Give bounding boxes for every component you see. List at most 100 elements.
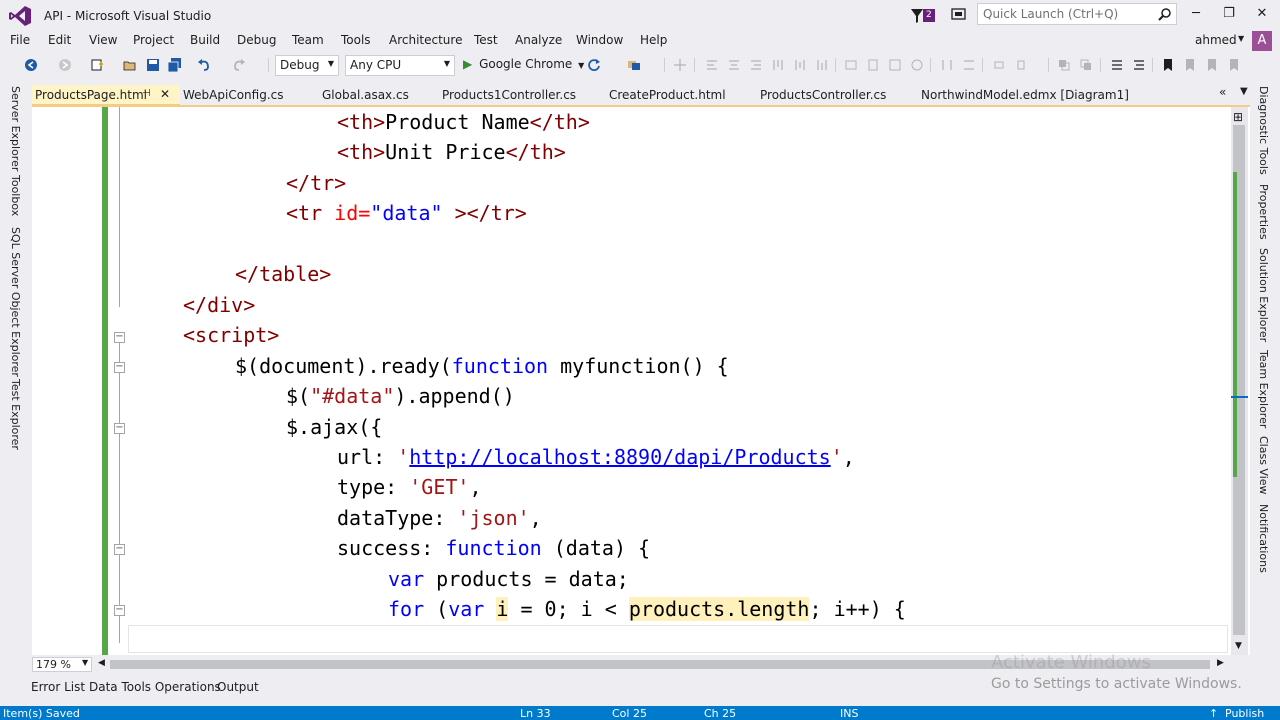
start-debugging-button[interactable]: ▶ Google Chrome ▼ (463, 55, 584, 76)
tab-createproduct-html[interactable]: CreateProduct.html (606, 85, 729, 106)
comment-lines-icon[interactable] (1110, 58, 1124, 72)
menu-view[interactable]: View (89, 33, 117, 47)
properties-tab[interactable]: Properties (1257, 184, 1270, 240)
menu-build[interactable]: Build (190, 33, 220, 47)
notification-count-badge[interactable]: 2 (923, 9, 935, 22)
redo-icon[interactable] (232, 58, 246, 72)
tab-webapiconfig-cs[interactable]: WebApiConfig.cs (180, 85, 287, 106)
tab-error-list[interactable]: Error List (31, 680, 85, 694)
tab-overflow-icon[interactable]: « (1219, 85, 1226, 99)
size-to-grid-icon[interactable] (910, 58, 924, 72)
align-left-icon[interactable] (705, 58, 719, 72)
toolbox-tab[interactable]: Toolbox (9, 175, 22, 216)
refresh-icon[interactable] (587, 58, 601, 72)
align-top-icon[interactable] (771, 58, 785, 72)
tab-products1controller-cs[interactable]: Products1Controller.cs (439, 85, 579, 106)
pin-icon[interactable]: ⊣ (142, 88, 151, 99)
new-project-icon[interactable] (90, 58, 104, 72)
previous-bookmark-icon[interactable] (1183, 58, 1197, 72)
search-icon[interactable] (1158, 7, 1172, 21)
undo-icon[interactable] (197, 58, 211, 72)
toolbar-separator (930, 58, 931, 72)
scroll-left-icon[interactable]: ◀ (98, 658, 105, 668)
avatar[interactable]: A (1252, 31, 1272, 51)
menu-help[interactable]: Help (640, 33, 667, 47)
menu-edit[interactable]: Edit (48, 33, 71, 47)
diagnostic-tools-tab[interactable]: Diagnostic Tools (1257, 86, 1270, 175)
save-icon[interactable] (146, 58, 160, 72)
sql-server-object-explorer-tab[interactable]: SQL Server Object Explorer (9, 227, 22, 377)
close-icon[interactable]: ✕ (160, 87, 170, 101)
vertical-spacing-icon[interactable] (962, 58, 976, 72)
tab-productspage-html[interactable]: ProductsPage.html ⊣ ✕ (32, 85, 180, 106)
make-same-size-icon[interactable] (888, 58, 902, 72)
feedback-icon[interactable] (950, 6, 968, 24)
layout-toolbar-icon[interactable] (673, 58, 687, 72)
scroll-down-icon[interactable]: ▼ (1235, 641, 1242, 651)
menu-tools[interactable]: Tools (341, 33, 371, 47)
tab-northwindmodel-edmx[interactable]: NorthwindModel.edmx [Diagram1] (918, 85, 1132, 106)
scroll-right-icon[interactable]: ▶ (1217, 658, 1224, 668)
class-view-tab[interactable]: Class View (1257, 436, 1270, 495)
server-explorer-tab[interactable]: Server Explorer (9, 86, 22, 171)
notifications-tab[interactable]: Notifications (1257, 504, 1270, 573)
solution-configuration-dropdown[interactable]: Debug ▼ (275, 55, 339, 76)
center-horizontally-icon[interactable] (992, 58, 1006, 72)
bring-to-front-icon[interactable] (1057, 58, 1071, 72)
tab-global-asax-cs[interactable]: Global.asax.cs (319, 85, 412, 106)
clear-bookmarks-icon[interactable] (1227, 58, 1241, 72)
maximize-button[interactable]: ❐ (1215, 4, 1243, 24)
collapse-icon[interactable]: − (114, 605, 125, 616)
menu-architecture[interactable]: Architecture (389, 33, 462, 47)
menu-team[interactable]: Team (292, 33, 324, 47)
uncomment-lines-icon[interactable] (1132, 58, 1146, 72)
tab-data-tools-operations[interactable]: Data Tools Operations (89, 680, 221, 694)
toolbar-separator (835, 58, 836, 72)
code-url-link[interactable]: http://localhost:8890/dapi/Products (409, 445, 830, 469)
menu-debug[interactable]: Debug (237, 33, 276, 47)
collapse-icon[interactable]: − (114, 544, 125, 555)
bookmark-icon[interactable] (1161, 58, 1175, 72)
collapse-icon[interactable]: − (114, 362, 125, 373)
tab-output[interactable]: Output (217, 680, 259, 694)
collapse-icon[interactable]: − (114, 332, 125, 343)
tab-productscontroller-cs[interactable]: ProductsController.cs (757, 85, 889, 106)
send-to-back-icon[interactable] (1079, 58, 1093, 72)
browser-link-icon[interactable] (627, 58, 641, 72)
horizontal-spacing-icon[interactable] (940, 58, 954, 72)
center-vertically-icon[interactable] (1014, 58, 1028, 72)
menu-window[interactable]: Window (576, 33, 623, 47)
align-right-icon[interactable] (749, 58, 763, 72)
minimize-button[interactable]: ─ (1182, 4, 1210, 24)
menu-project[interactable]: Project (133, 33, 174, 47)
user-name[interactable]: ahmed (1195, 33, 1237, 47)
close-window-button[interactable]: ✕ (1248, 4, 1276, 24)
navigate-back-icon[interactable] (24, 58, 38, 72)
publish-icon[interactable]: ↑ (1209, 708, 1218, 720)
align-middle-icon[interactable] (793, 58, 807, 72)
team-explorer-tab[interactable]: Team Explorer (1257, 350, 1270, 428)
menu-analyze[interactable]: Analyze (515, 33, 562, 47)
publish-button[interactable]: Publish (1225, 708, 1264, 720)
menu-file[interactable]: File (10, 33, 30, 47)
chevron-down-icon[interactable]: ▼ (1240, 86, 1248, 97)
navigate-forward-icon[interactable] (58, 58, 72, 72)
make-same-width-icon[interactable] (844, 58, 858, 72)
align-bottom-icon[interactable] (815, 58, 829, 72)
next-bookmark-icon[interactable] (1205, 58, 1219, 72)
make-same-height-icon[interactable] (866, 58, 880, 72)
align-center-icon[interactable] (727, 58, 741, 72)
open-file-icon[interactable] (123, 58, 137, 72)
collapse-icon[interactable]: − (114, 423, 125, 434)
test-explorer-tab[interactable]: Test Explorer (9, 379, 22, 450)
code-editor[interactable]: − − − − − <th>Product Name</th> <th>Unit… (32, 107, 1250, 655)
solution-explorer-tab[interactable]: Solution Explorer (1257, 248, 1270, 342)
chevron-down-icon[interactable]: ▼ (82, 658, 88, 667)
menu-test[interactable]: Test (474, 33, 498, 47)
split-window-icon[interactable]: ⊞ (1233, 110, 1243, 124)
save-all-icon[interactable] (168, 58, 182, 72)
solution-platform-dropdown[interactable]: Any CPU ▼ (345, 55, 455, 76)
solution-configuration-value: Debug (280, 58, 320, 72)
chevron-down-icon[interactable]: ▼ (1238, 34, 1244, 43)
quick-launch-input[interactable]: Quick Launch (Ctrl+Q) (977, 3, 1177, 25)
